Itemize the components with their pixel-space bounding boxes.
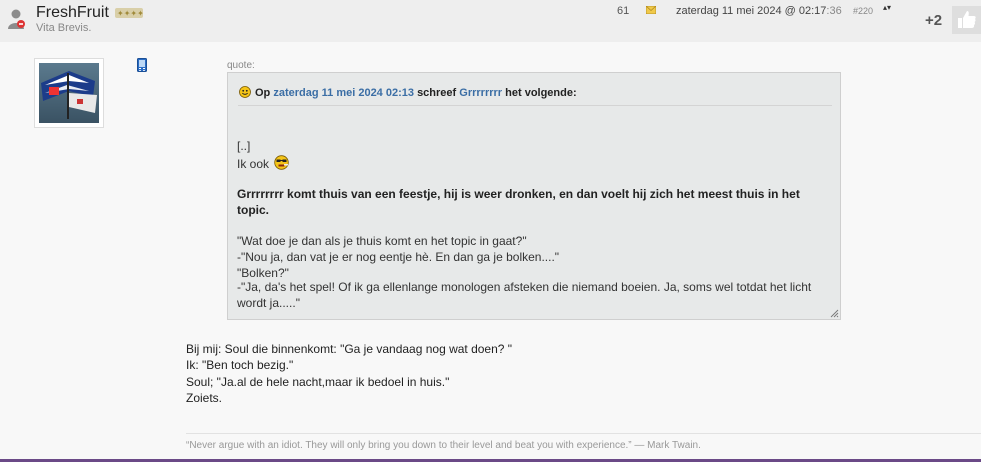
post-body-line: Ik: "Ben toch bezig." xyxy=(186,358,294,372)
quote-header: Op zaterdag 11 mei 2024 02:13 schreef Gr… xyxy=(239,86,577,99)
quote-line-3: "Bolken?" xyxy=(237,266,289,280)
avatar-flag-image xyxy=(39,63,99,123)
quote-line-4: -"Ja, da's het spel! Of ik ga ellenlange… xyxy=(237,280,812,310)
resize-grip-icon[interactable] xyxy=(830,309,839,318)
signature: “Never argue with an idiot. They will on… xyxy=(186,440,701,451)
post-body-line: Bij mij: Soul die binnenkomt: "Ga je van… xyxy=(186,342,513,356)
signature-divider xyxy=(186,433,981,434)
quote-date-link[interactable]: zaterdag 11 mei 2024 02:13 xyxy=(273,87,414,99)
quote-box: Op zaterdag 11 mei 2024 02:13 schreef Gr… xyxy=(227,72,841,320)
like-button[interactable] xyxy=(952,6,981,34)
quote-line-1: "Wat doe je dan als je thuis komt en het… xyxy=(237,234,527,248)
thumbs-up-icon xyxy=(958,11,976,28)
post-body-line: Soul; "Ja.al de hele nacht,maar ik bedoe… xyxy=(186,375,450,389)
drunk-smiley-icon xyxy=(274,155,290,170)
post-body-line: Zoiets. xyxy=(186,391,223,405)
post-header: FreshFruit ✦✦✦✦ Vita Brevis. 61 zaterdag… xyxy=(0,0,981,42)
envelope-icon[interactable] xyxy=(646,6,656,14)
smiley-icon xyxy=(239,86,251,98)
user-status-icon[interactable] xyxy=(7,8,27,30)
quote-bold-text: Grrrrrrrr komt thuis van een feestje, hi… xyxy=(237,187,800,217)
quote-ellipsis: [..] xyxy=(237,139,251,153)
quote-label: quote: xyxy=(227,60,255,71)
post-datetime[interactable]: zaterdag 11 mei 2024 @ 02:17:36 xyxy=(676,5,842,17)
quote-author-link[interactable]: Grrrrrrrr xyxy=(459,87,502,99)
updown-arrows-icon[interactable]: ▴▾ xyxy=(883,4,891,12)
rank-stars-icon: ✦✦✦✦ xyxy=(115,8,143,18)
user-title: Vita Brevis. xyxy=(36,22,92,34)
svg-text:✦✦✦✦: ✦✦✦✦ xyxy=(117,9,143,18)
mobile-phone-icon xyxy=(137,58,147,72)
post-count[interactable]: 61 xyxy=(617,5,629,17)
quote-ik-ook: Ik ook xyxy=(237,155,290,171)
username-link[interactable]: FreshFruit xyxy=(36,4,109,22)
post-datetime-seconds: :36 xyxy=(826,5,842,17)
post-number-link[interactable]: #220 xyxy=(853,6,873,16)
avatar[interactable] xyxy=(34,58,104,128)
quote-line-2: -"Nou ja, dan vat je er nog eentje hè. E… xyxy=(237,250,560,264)
quote-divider xyxy=(238,105,832,106)
post-score: +2 xyxy=(925,12,943,29)
